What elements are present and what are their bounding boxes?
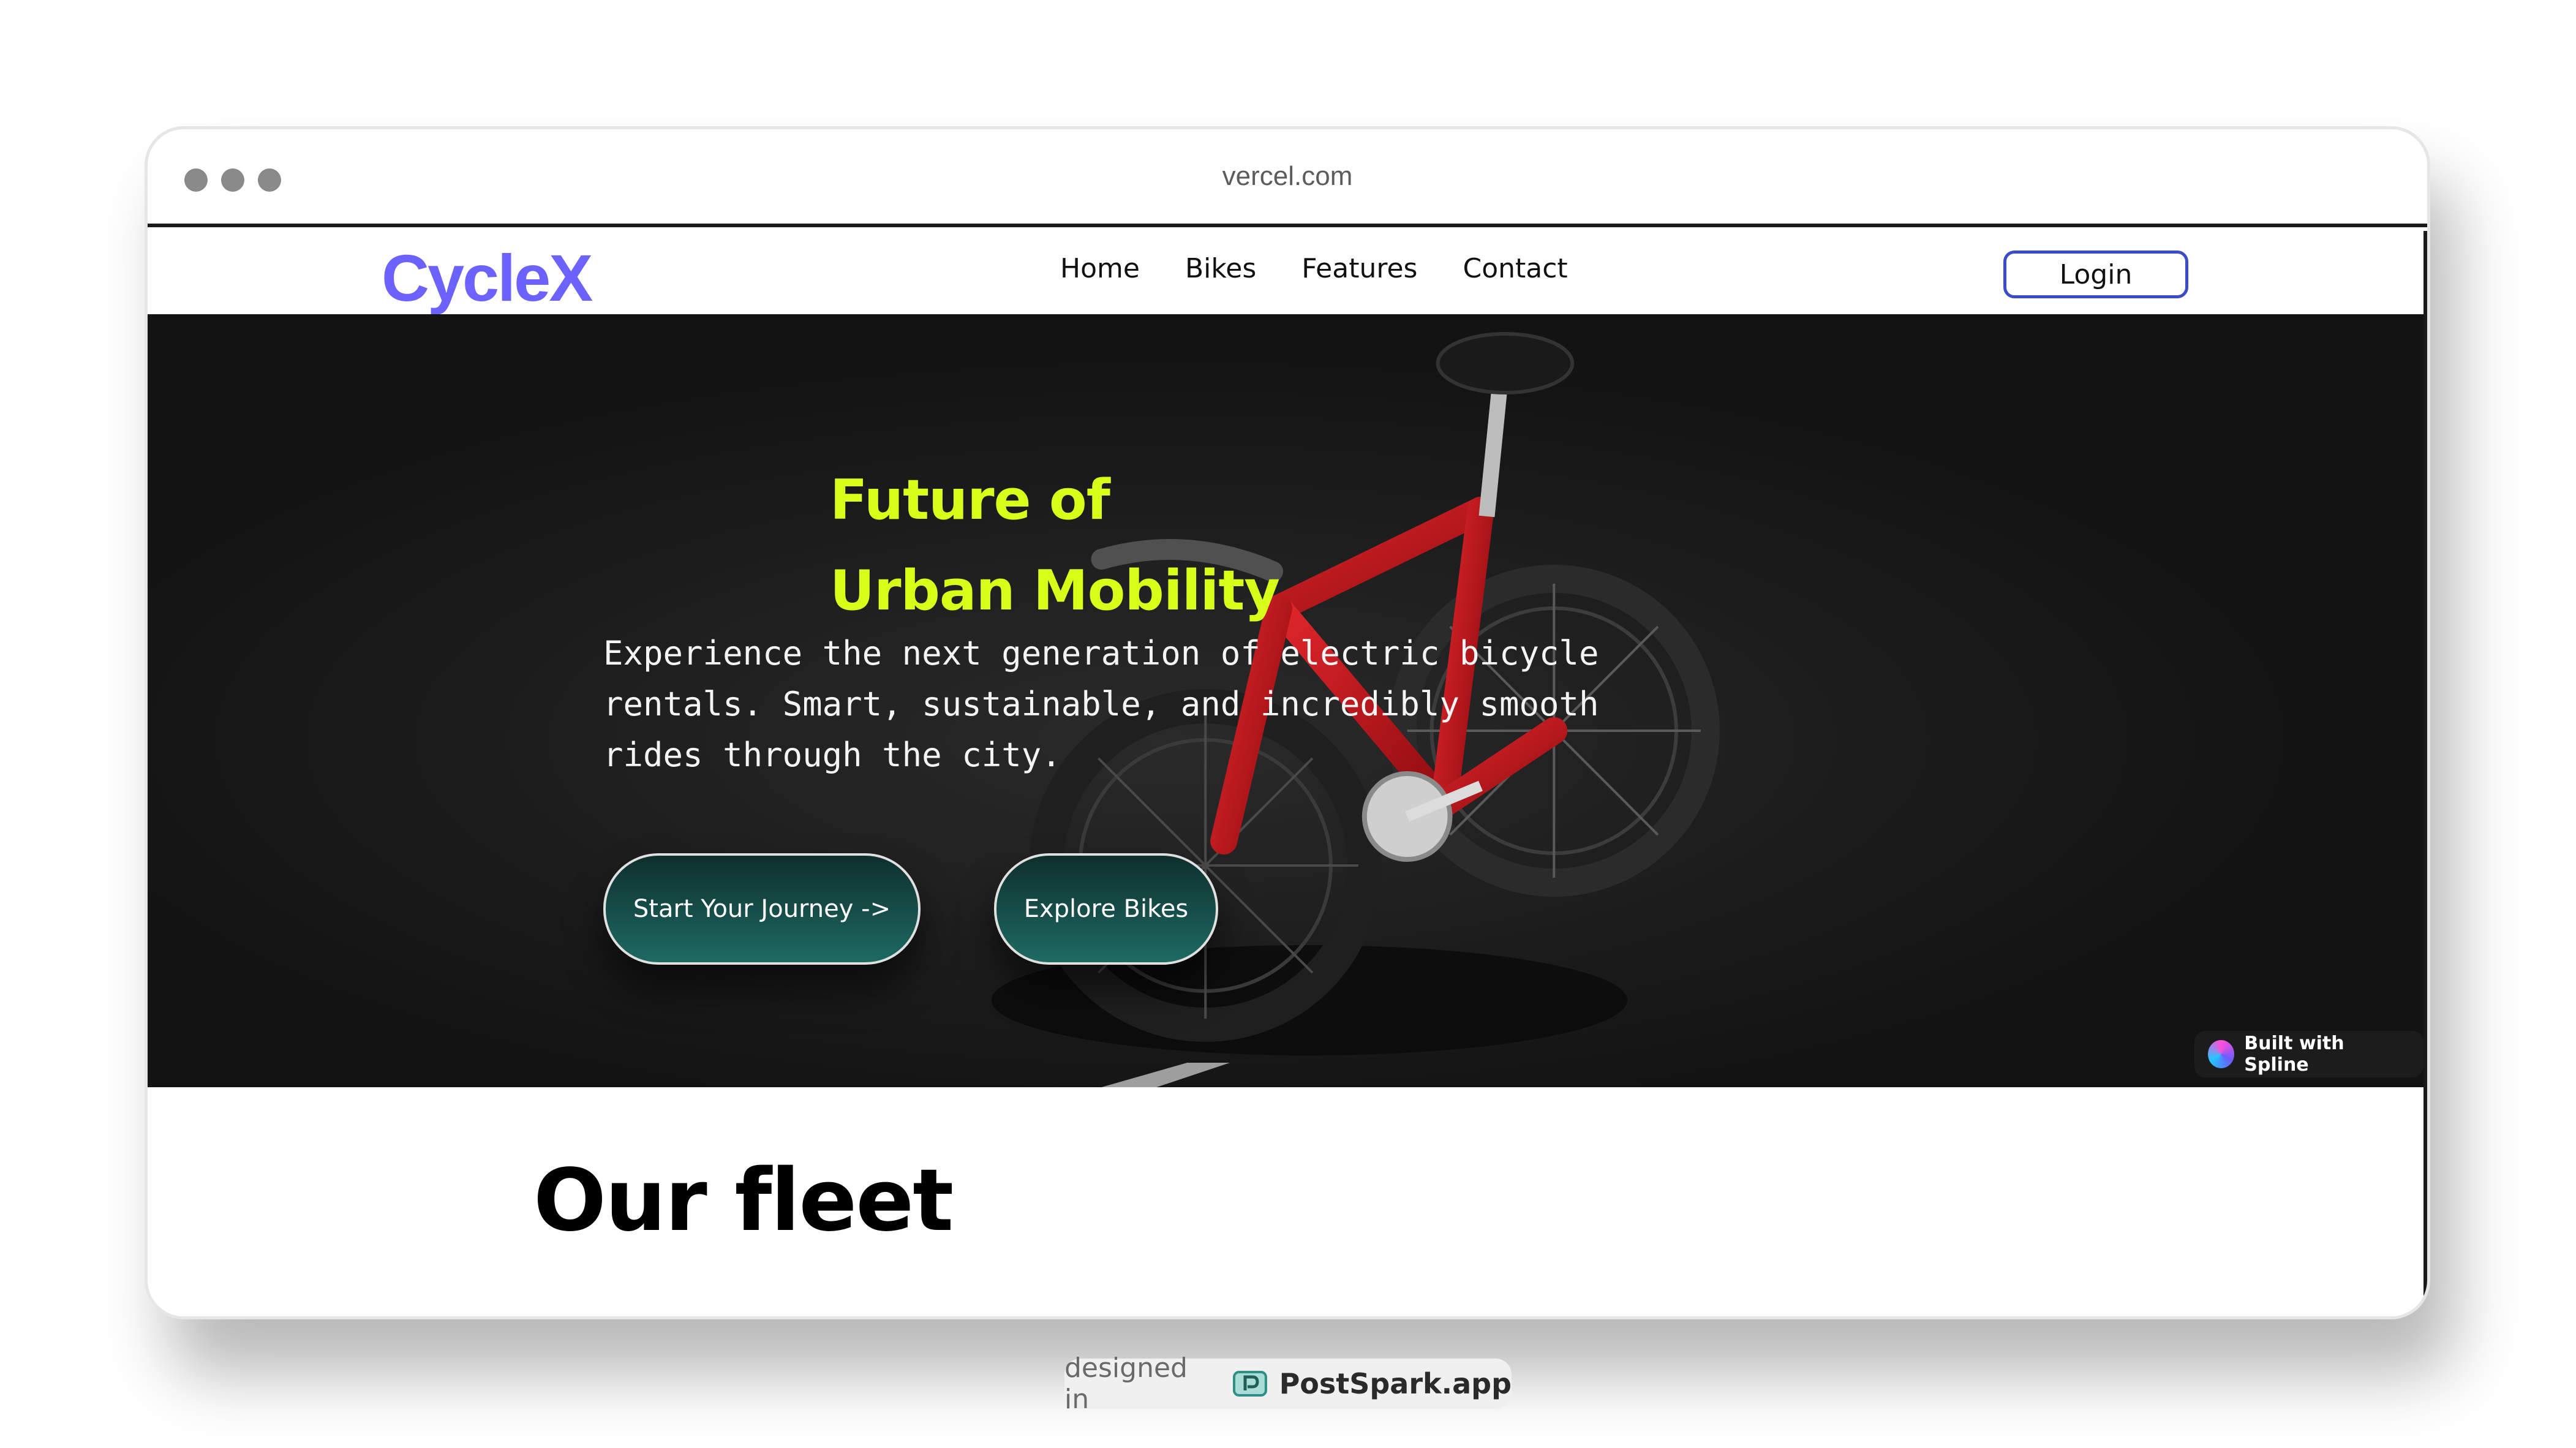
- start-journey-button[interactable]: Start Your Journey ->: [603, 853, 921, 965]
- screenshot-stage: vercel.com CycleX Home Bikes Features Co…: [0, 0, 2576, 1448]
- hero-description: Experience the next generation of electr…: [603, 634, 1599, 774]
- nav-link-bikes[interactable]: Bikes: [1185, 253, 1256, 284]
- hero-headline-line-1: Future of: [830, 468, 1110, 532]
- spline-badge-label: Built with Spline: [2244, 1033, 2344, 1076]
- hero-headline: Future of Urban Mobility: [830, 455, 1280, 636]
- site-logo[interactable]: CycleX: [382, 239, 593, 316]
- fleet-section-title: Our fleet: [533, 1151, 954, 1251]
- nav-link-contact[interactable]: Contact: [1463, 253, 1567, 284]
- page-viewport: CycleX Home Bikes Features Contact Login: [148, 231, 2427, 1316]
- nav-link-features[interactable]: Features: [1301, 253, 1417, 284]
- nav-link-home[interactable]: Home: [1060, 253, 1140, 284]
- browser-chrome: vercel.com: [148, 129, 2427, 227]
- credit-brand: PostSpark.app: [1279, 1367, 1512, 1400]
- site-navbar: CycleX Home Bikes Features Contact Login: [148, 231, 2423, 316]
- hero-headline-line-2: Urban Mobility: [830, 559, 1280, 623]
- postspark-logo-icon: [1232, 1371, 1267, 1397]
- browser-window: vercel.com CycleX Home Bikes Features Co…: [145, 126, 2430, 1319]
- explore-bikes-button[interactable]: Explore Bikes: [994, 853, 1218, 965]
- address-bar-url[interactable]: vercel.com: [148, 161, 2427, 192]
- postspark-credit[interactable]: designed in PostSpark.app: [1064, 1352, 1512, 1415]
- hero-section: Future of Urban Mobility Experience the …: [148, 314, 2423, 1087]
- spline-logo-icon: [2208, 1040, 2235, 1068]
- nav-links: Home Bikes Features Contact: [1060, 253, 1568, 284]
- login-button[interactable]: Login: [2003, 251, 2188, 298]
- credit-prefix: designed in: [1064, 1352, 1188, 1415]
- built-with-spline-badge[interactable]: Built with Spline: [2194, 1031, 2423, 1077]
